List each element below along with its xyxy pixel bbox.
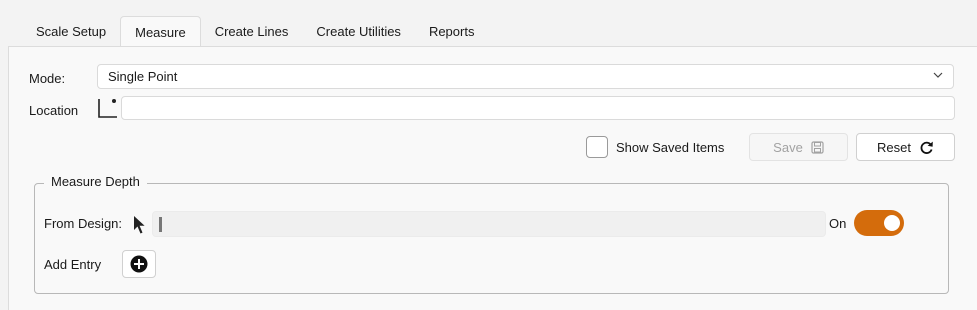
add-entry-button[interactable]	[122, 250, 156, 278]
mode-label: Mode:	[29, 71, 66, 86]
pick-location-icon[interactable]	[97, 97, 119, 119]
measure-depth-legend: Measure Depth	[44, 174, 147, 189]
save-button[interactable]: Save	[749, 133, 848, 161]
tab-reports[interactable]: Reports	[415, 16, 489, 47]
refresh-icon	[920, 141, 933, 154]
toggle-state-label: On	[829, 216, 847, 231]
from-design-input[interactable]	[152, 211, 826, 237]
cursor-icon[interactable]	[133, 215, 147, 235]
show-saved-checkbox[interactable]	[586, 136, 608, 158]
mode-value: Single Point	[108, 69, 178, 84]
save-icon	[811, 140, 824, 154]
from-design-label: From Design:	[44, 216, 123, 231]
reset-label: Reset	[877, 139, 911, 155]
reset-button[interactable]: Reset	[856, 133, 955, 161]
add-entry-label: Add Entry	[44, 257, 102, 272]
plus-circle-icon	[130, 255, 148, 273]
save-label: Save	[773, 139, 803, 155]
mode-dropdown[interactable]: Single Point	[97, 64, 954, 89]
tab-bar: Scale Setup Measure Create Lines Create …	[22, 16, 488, 47]
tab-create-utilities[interactable]: Create Utilities	[302, 16, 415, 47]
tab-measure[interactable]: Measure	[120, 16, 201, 47]
location-input[interactable]	[121, 96, 955, 120]
show-saved-label: Show Saved Items	[616, 140, 725, 155]
location-label: Location	[29, 103, 79, 118]
text-caret	[159, 217, 162, 232]
measure-depth-group	[34, 183, 949, 294]
chevron-down-icon	[933, 72, 943, 78]
toggle-knob	[884, 215, 900, 231]
from-design-toggle[interactable]	[854, 210, 904, 236]
tab-create-lines[interactable]: Create Lines	[201, 16, 303, 47]
tab-scale-setup[interactable]: Scale Setup	[22, 16, 120, 47]
